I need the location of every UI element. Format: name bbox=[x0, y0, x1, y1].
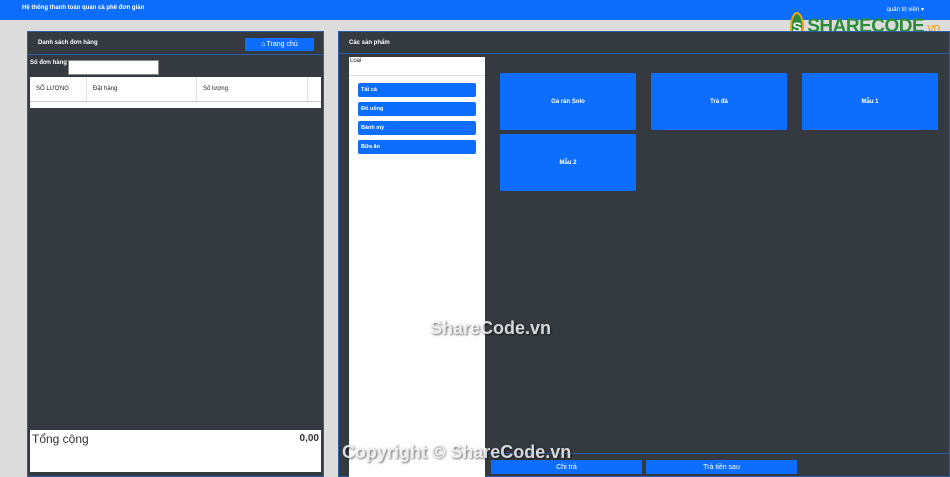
products-panel: Các sản phẩm Loại Tất cả Đồ uống Bánh mỳ… bbox=[338, 31, 950, 477]
product-sample-2[interactable]: Mẫu 2 bbox=[500, 134, 636, 191]
category-sidebar: Loại Tất cả Đồ uống Bánh mỳ Bữa ăn bbox=[349, 57, 485, 477]
order-number-input[interactable] bbox=[68, 60, 159, 75]
order-list-panel: Danh sách đơn hàng ⌂ Trang chủ Số đơn hà… bbox=[27, 31, 324, 477]
table-header-divider bbox=[30, 101, 321, 102]
panel-header-divider bbox=[28, 54, 323, 55]
product-fried-chicken[interactable]: Gà rán Solo bbox=[500, 73, 636, 130]
category-button-meals[interactable]: Bữa ăn bbox=[358, 140, 476, 154]
total-box: Tổng cộng 0,00 bbox=[30, 430, 321, 472]
pay-later-button[interactable]: Trả tiền sau bbox=[646, 460, 797, 474]
column-header-quantity-upper: SỐ LƯỢNG bbox=[30, 77, 87, 101]
center-watermark: ShareCode.vn bbox=[430, 318, 552, 338]
product-sample-1[interactable]: Mẫu 1 bbox=[802, 73, 938, 130]
order-table: SỐ LƯỢNG Đặt hàng Số lượng bbox=[30, 77, 321, 108]
order-number-label: Số đơn hàng bbox=[30, 60, 67, 66]
products-header-divider bbox=[339, 53, 949, 54]
home-icon: ⌂ bbox=[261, 41, 266, 48]
product-iced-tea[interactable]: Trà đá bbox=[651, 73, 787, 130]
category-label: Loại bbox=[350, 58, 362, 64]
order-list-title: Danh sách đơn hàng bbox=[38, 40, 98, 46]
total-label: Tổng cộng bbox=[32, 432, 89, 446]
app-title[interactable]: Hệ thống thanh toán quán cà phê đơn giản bbox=[22, 5, 144, 11]
category-button-drinks[interactable]: Đồ uống bbox=[358, 102, 476, 116]
home-button-label: Trang chủ bbox=[266, 41, 298, 48]
column-header-order: Đặt hàng bbox=[87, 77, 197, 101]
category-button-all[interactable]: Tất cả bbox=[358, 83, 476, 97]
products-title: Các sản phẩm bbox=[349, 40, 390, 46]
category-divider bbox=[349, 75, 485, 76]
copyright-watermark: Copyright © ShareCode.vn bbox=[342, 442, 572, 462]
home-button[interactable]: ⌂ Trang chủ bbox=[245, 38, 314, 51]
column-header-quantity: Số lượng bbox=[197, 77, 308, 101]
category-button-bread[interactable]: Bánh mỳ bbox=[358, 121, 476, 135]
total-value: 0,00 bbox=[299, 433, 319, 444]
